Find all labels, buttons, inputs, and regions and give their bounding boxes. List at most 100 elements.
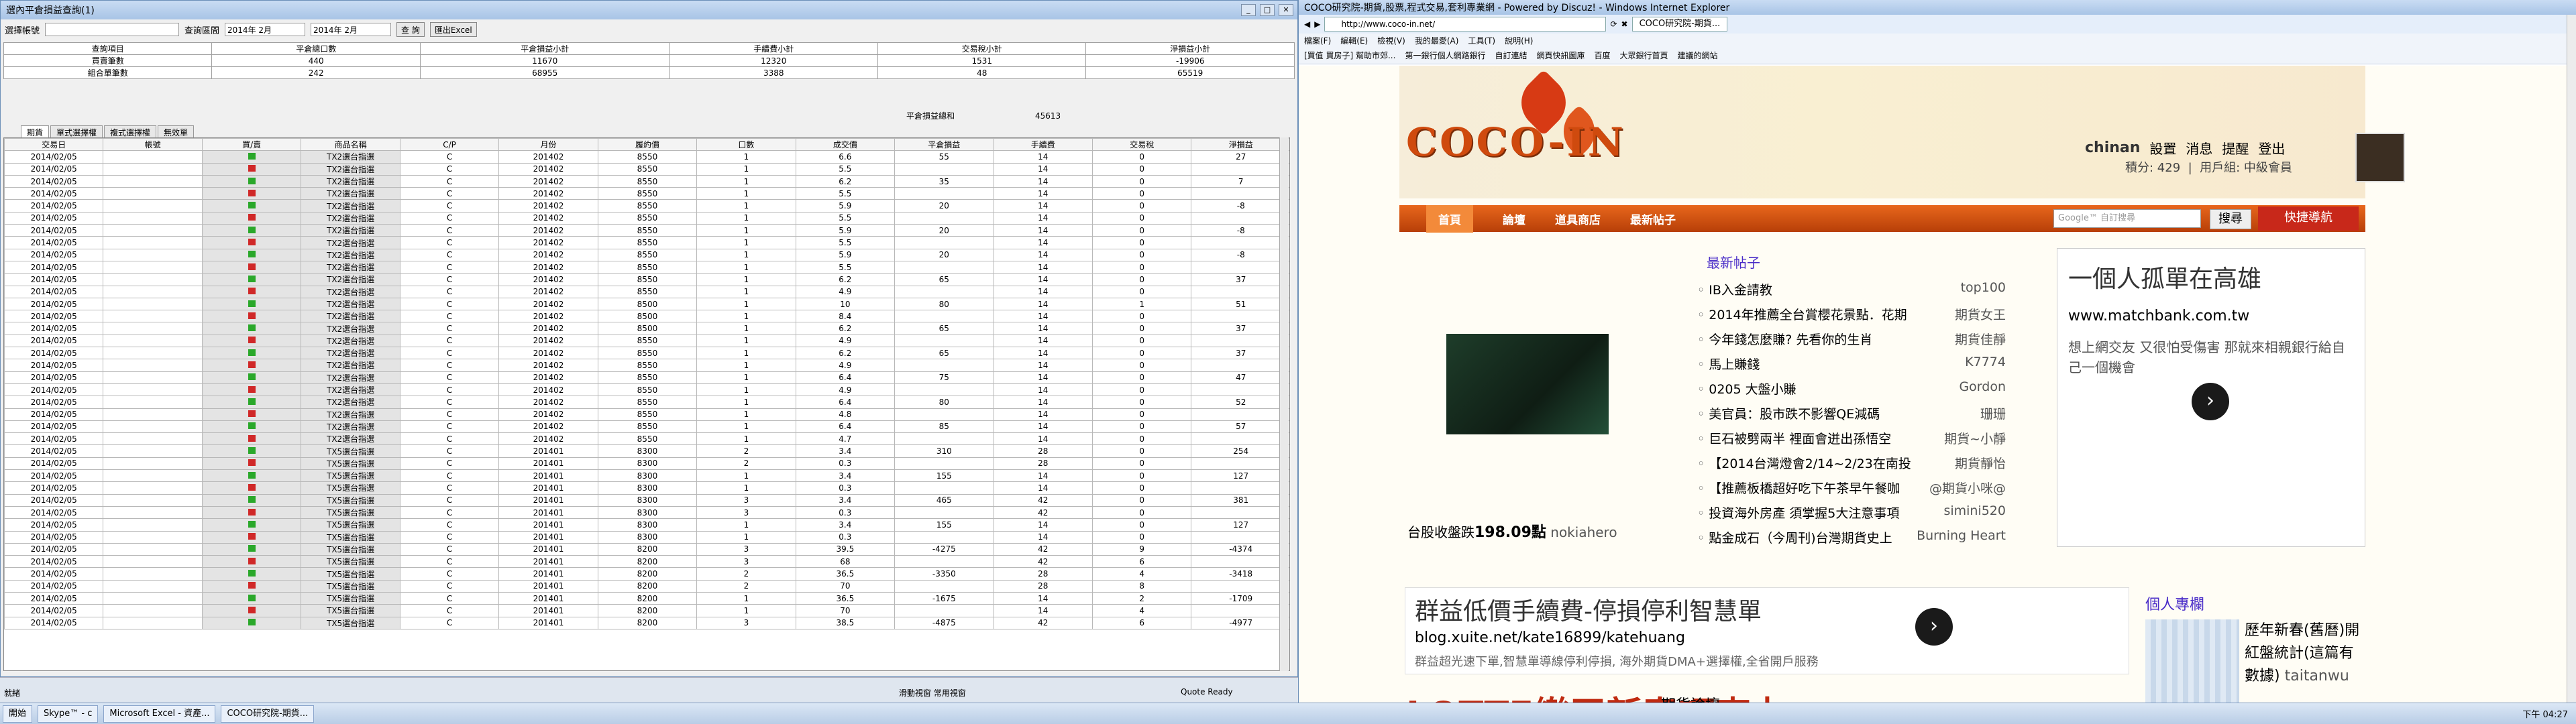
browser-tab[interactable]: COCO研究院-期貨... <box>1631 17 1728 32</box>
table-row[interactable]: 2014/02/05 TX5選台指選 C 201401 8200 2 70 28 8 <box>4 579 1289 593</box>
trader-photo[interactable] <box>1446 334 1609 434</box>
table-row[interactable]: 2014/02/05 TX2選台指選 C 201402 8550 1 4.9 14 0 <box>4 285 1289 298</box>
ad1-title[interactable]: 一個人孤單在高雄 <box>2068 259 2261 294</box>
grid-header[interactable]: 淨損益 <box>1191 138 1289 152</box>
user-group[interactable]: 用戶組: 中級會員 <box>2200 161 2292 175</box>
news-author[interactable]: K7774 <box>1965 355 2006 379</box>
news-author[interactable]: Gordon <box>1959 379 2006 404</box>
news-title-link[interactable]: 【推薦板橋超好吃下午茶早午餐咖 <box>1697 479 1900 503</box>
favorite-link[interactable]: 網頁快訊圖庫 <box>1536 50 1585 61</box>
menu-item[interactable]: 檢視(V) <box>1377 35 1405 46</box>
grid-header[interactable]: 交易日 <box>4 138 104 152</box>
news-title-link[interactable]: 0205 大盤小賺 <box>1697 379 1796 404</box>
news-author[interactable]: Burning Heart <box>1917 528 2006 553</box>
list-item[interactable]: 美官員：股市跌不影響QE減碼 珊珊 <box>1697 404 2006 429</box>
favorite-link[interactable]: 第一銀行個人網路銀行 <box>1405 50 1485 61</box>
table-row[interactable]: 2014/02/05 TX2選台指選 C 201402 8550 1 4.9 14 0 <box>4 334 1289 348</box>
ad-matchbank[interactable]: 一個人孤單在高雄 www.matchbank.com.tw 想上網交友 又很怕受… <box>2057 248 2365 547</box>
ad1-url[interactable]: www.matchbank.com.tw <box>2068 308 2249 324</box>
table-row[interactable]: 2014/02/05 TX2選台指選 C 201402 8550 1 5.9 20 14 0 -8 <box>4 224 1289 237</box>
grid-header[interactable]: 交易稅 <box>1091 138 1192 152</box>
table-row[interactable]: 2014/02/05 TX2選台指選 C 201402 8500 1 6.2 65 14 0 37 <box>4 322 1289 335</box>
ad-capital[interactable]: 群益低價手續費-停損停利智慧單 blog.xuite.net/kate16899… <box>1405 587 2129 674</box>
table-row[interactable]: 2014/02/05 TX2選台指選 C 201402 8500 1 10 80 14 1 51 <box>4 297 1289 311</box>
refresh-icon[interactable]: ⟳ <box>1610 19 1617 29</box>
maximize-icon[interactable]: □ <box>1260 4 1275 16</box>
ad2-url[interactable]: blog.xuite.net/kate16899/katehuang <box>1415 629 1685 646</box>
lotte-ad[interactable]: LOTTE樂天新春巧克力 <box>1406 685 1787 703</box>
news-title-link[interactable]: 2014年推薦全台賞櫻花景點．花期 <box>1697 305 1907 330</box>
nav-item[interactable]: 道具商店 <box>1555 210 1601 227</box>
news-author[interactable]: 期貨~小靜 <box>1944 429 2006 454</box>
futures-forum-link[interactable]: 期貨論壇 <box>1661 693 1720 703</box>
nav-item[interactable]: 首頁 <box>1426 204 1473 233</box>
list-item[interactable]: IB入金請教 top100 <box>1697 280 2006 305</box>
chevron-right-icon[interactable]: › <box>2192 383 2229 420</box>
news-author[interactable]: @期貨小咪@ <box>1929 479 2006 503</box>
table-row[interactable]: 2014/02/05 TX2選台指選 C 201402 8550 1 6.6 55 14 0 27 <box>4 150 1289 164</box>
taskbar-item[interactable]: Skype™ - c <box>38 705 99 723</box>
list-item[interactable]: 今年錢怎麼賺? 先看你的生肖 期貨佳靜 <box>1697 330 2006 355</box>
table-row[interactable]: 2014/02/05 TX2選台指選 C 201402 8550 1 6.4 85 14 0 57 <box>4 420 1289 434</box>
table-row[interactable]: 2014/02/05 TX5選台指選 C 201401 8300 3 0.3 42 0 <box>4 505 1289 520</box>
site-logo[interactable]: COCO-IN <box>1406 119 1626 165</box>
list-item[interactable]: 【2014台灣燈會2/14~2/23在南投 期貨靜怡 <box>1697 454 2006 479</box>
list-item[interactable]: 巨石被劈兩半 裡面會迸出孫悟空 期貨~小靜 <box>1697 429 2006 454</box>
grid-header[interactable]: 買/賣 <box>201 138 302 152</box>
table-row[interactable]: 2014/02/05 TX5選台指選 C 201401 8200 3 68 42 6 <box>4 555 1289 568</box>
table-row[interactable]: 2014/02/05 TX2選台指選 C 201402 8550 1 5.9 20 14 0 -8 <box>4 248 1289 261</box>
taskbar-item[interactable]: Microsoft Excel - 資產... <box>103 705 216 723</box>
back-icon[interactable]: ◀ <box>1304 19 1310 29</box>
index-caption[interactable]: 台股收盤跌198.09點 nokiahero <box>1407 520 1617 542</box>
grid-header[interactable]: 平倉損益 <box>894 138 994 152</box>
news-title-link[interactable]: 美官員：股市跌不影響QE減碼 <box>1697 404 1880 429</box>
table-row[interactable]: 2014/02/05 TX2選台指選 C 201402 8550 1 6.4 80 14 0 52 <box>4 396 1289 409</box>
start-button[interactable]: 開始 <box>3 705 33 723</box>
column-thumbnail[interactable] <box>2145 619 2239 703</box>
ad2-title[interactable]: 群益低價手續費-停損停利智慧單 <box>1415 592 1762 627</box>
table-row[interactable]: 2014/02/05 TX2選台指選 C 201402 8550 1 4.9 14 0 <box>4 383 1289 397</box>
grid-scrollbar[interactable] <box>1279 137 1289 671</box>
points[interactable]: 積分: 429 <box>2125 161 2180 175</box>
news-author[interactable]: 期貨佳靜 <box>1955 330 2006 355</box>
table-row[interactable]: 2014/02/05 TX5選台指選 C 201401 8300 2 0.3 28 0 <box>4 457 1289 471</box>
table-row[interactable]: 2014/02/05 TX5選台指選 C 201401 8200 3 39.5 -4275 42… <box>4 542 1289 556</box>
grid-header[interactable]: 帳號 <box>103 138 203 152</box>
list-item[interactable]: 投資海外房產 須掌握5大注意事項 simini520 <box>1697 503 2006 528</box>
table-row[interactable]: 2014/02/05 TX2選台指選 C 201402 8550 1 6.2 65 14 0 37 <box>4 273 1289 286</box>
news-title-link[interactable]: IB入金請教 <box>1697 280 1772 305</box>
table-row[interactable]: 2014/02/05 TX2選台指選 C 201402 8550 1 4.9 14 0 <box>4 359 1289 372</box>
table-row[interactable]: 2014/02/05 TX2選台指選 C 201402 8550 1 5.9 20 14 0 -8 <box>4 199 1289 213</box>
table-row[interactable]: 2014/02/05 TX2選台指選 C 201402 8550 1 6.2 35 14 0 7 <box>4 174 1289 188</box>
menu-item[interactable]: 工具(T) <box>1468 35 1495 46</box>
user-link[interactable]: 提醒 <box>2222 138 2249 158</box>
date-to-select[interactable] <box>311 23 392 36</box>
list-item[interactable]: 0205 大盤小賺 Gordon <box>1697 379 2006 404</box>
personal-column-title[interactable]: 個人專欄 <box>2145 593 2204 614</box>
table-row[interactable]: 2014/02/05 TX5選台指選 C 201401 8200 1 70 14 4 <box>4 604 1289 617</box>
table-row[interactable]: 2014/02/05 TX2選台指選 C 201402 8550 1 5.5 14 0 <box>4 211 1289 225</box>
username[interactable]: chinan <box>2085 139 2140 156</box>
news-title-link[interactable]: 點金成石（今周刊)台灣期貨史上 <box>1697 528 1892 553</box>
menu-item[interactable]: 說明(H) <box>1505 35 1533 46</box>
query-button[interactable]: 查 詢 <box>396 22 425 37</box>
table-row[interactable]: 2014/02/05 TX5選台指選 C 201401 8300 1 0.3 14 0 <box>4 481 1289 495</box>
tab-0[interactable]: 期貨 <box>21 125 50 139</box>
table-row[interactable]: 2014/02/05 TX5選台指選 C 201401 8300 1 3.4 155 14 0 12… <box>4 469 1289 483</box>
table-row[interactable]: 2014/02/05 TX5選台指選 C 201401 8200 2 36.5 -3350 28… <box>4 567 1289 581</box>
table-row[interactable]: 2014/02/05 TX2選台指選 C 201402 8550 1 4.7 14 0 <box>4 432 1289 446</box>
news-title-link[interactable]: 【2014台灣燈會2/14~2/23在南投 <box>1697 454 1911 479</box>
news-author[interactable]: 珊珊 <box>1980 404 2006 429</box>
menu-item[interactable]: 編輯(E) <box>1340 35 1368 46</box>
favorite-link[interactable]: 自訂連結 <box>1495 50 1527 61</box>
menu-item[interactable]: 檔案(F) <box>1304 35 1331 46</box>
news-title-link[interactable]: 投資海外房產 須掌握5大注意事項 <box>1697 503 1899 528</box>
table-row[interactable]: 2014/02/05 TX2選台指選 C 201402 8550 1 4.8 14 0 <box>4 408 1289 421</box>
table-row[interactable]: 2014/02/05 TX2選台指選 C 201402 8550 1 6.4 75 14 0 47 <box>4 371 1289 384</box>
table-row[interactable]: 2014/02/05 TX5選台指選 C 201401 8200 3 38.5 -4875 42… <box>4 616 1289 629</box>
minimize-icon[interactable]: _ <box>1241 4 1256 16</box>
stop-icon[interactable]: ✖ <box>1621 19 1628 29</box>
grid-header[interactable]: 成交價 <box>795 138 896 152</box>
news-author[interactable]: 期貨女王 <box>1955 305 2006 330</box>
nav-item[interactable]: 最新帖子 <box>1630 210 1676 227</box>
